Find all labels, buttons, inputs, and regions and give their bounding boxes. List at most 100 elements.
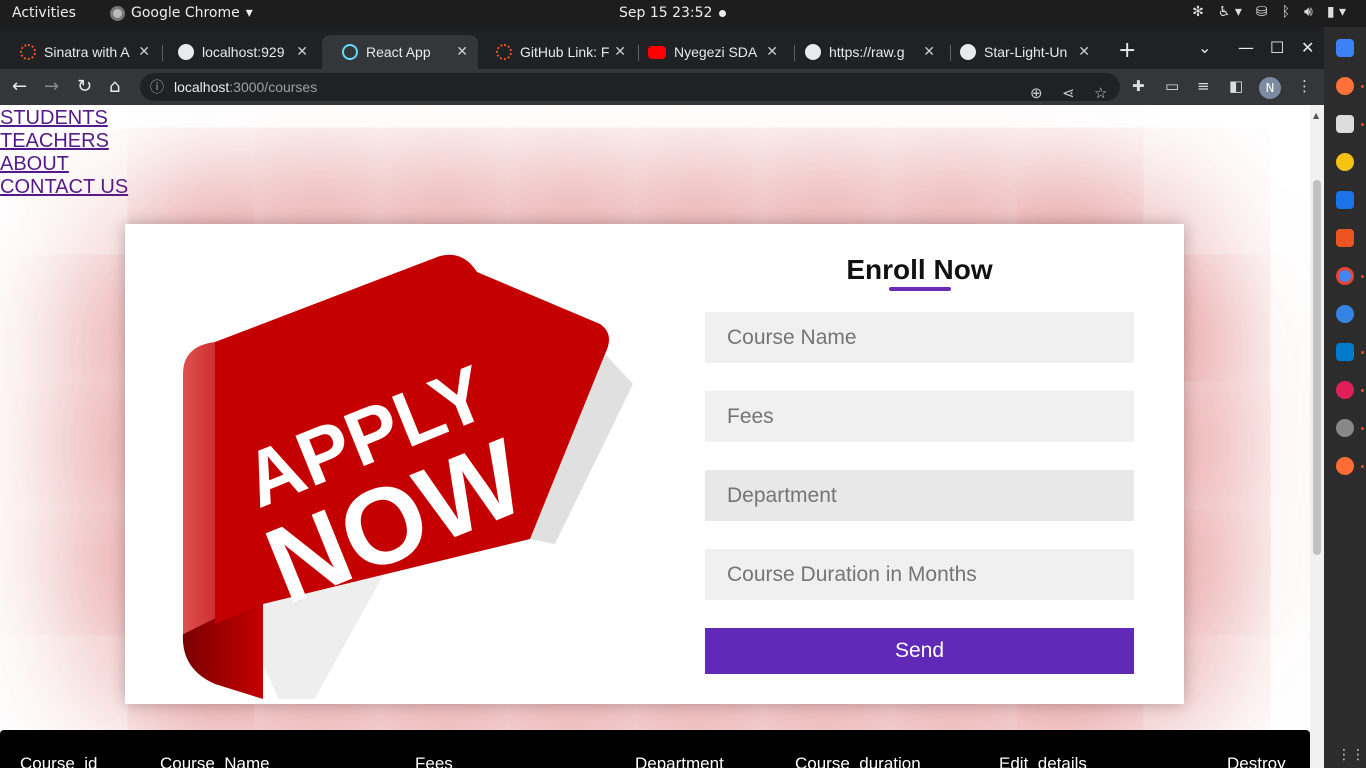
form-title: Enroll Now — [846, 254, 993, 285]
page-scrollbar[interactable]: ▲ — [1310, 105, 1324, 768]
scroll-up-icon[interactable]: ▲ — [1313, 111, 1319, 120]
tab-react-app[interactable]: React App ✕ — [322, 35, 478, 69]
system-tray[interactable]: ✻ ♿︎ ▾ ⛁ ᛒ 🔊︎ ▮ ▾ — [1192, 4, 1346, 20]
enroll-form: Enroll Now Course Name Fees Department C… — [705, 254, 1134, 674]
tab-nyegezi-sda[interactable]: Nyegezi SDA ✕ — [628, 35, 788, 69]
chevron-down-icon: ▾ — [245, 5, 253, 21]
system-top-bar: Activities Google Chrome ▾ Sep 15 23:52 … — [0, 0, 1366, 27]
globe-icon — [178, 44, 194, 60]
department-input[interactable]: Department — [705, 470, 1134, 521]
tab-title: Nyegezi SDA — [674, 44, 758, 60]
send-button[interactable]: Send — [705, 628, 1134, 674]
menu-kebab-icon[interactable]: ⋮ — [1297, 77, 1312, 95]
nav-link-about[interactable]: ABOUT — [0, 153, 128, 176]
close-tab-icon[interactable]: ✕ — [766, 43, 778, 60]
files-icon[interactable] — [1336, 115, 1354, 133]
profile-avatar[interactable]: N — [1259, 77, 1281, 99]
nav-link-teachers[interactable]: TEACHERS — [0, 130, 128, 153]
media-control-icon[interactable]: ≡ — [1197, 77, 1210, 95]
tab-sinatra[interactable]: Sinatra with A ✕ — [0, 35, 160, 69]
battery-icon[interactable]: ▮ ▾ — [1327, 4, 1346, 20]
app-menu[interactable]: Google Chrome ▾ — [110, 5, 253, 21]
maximize-icon[interactable]: ☐ — [1270, 38, 1284, 57]
clock[interactable]: Sep 15 23:52 — [619, 5, 712, 21]
bluetooth-icon[interactable]: ᛒ — [1282, 4, 1290, 20]
tab-search-icon[interactable]: ⌄ — [1198, 38, 1211, 57]
address-bar[interactable]: ⓘ localhost:3000/courses ⊕ ⋖ ☆ — [140, 73, 1120, 102]
side-panel-icon[interactable]: ◧ — [1229, 77, 1243, 95]
vscode-icon[interactable] — [1336, 343, 1354, 361]
column-header: Destroy — [1227, 754, 1286, 768]
reload-icon[interactable]: ↻ — [77, 76, 92, 97]
courses-table-header: Course_id Course_Name Fees Department Co… — [0, 730, 1310, 768]
tab-raw-github[interactable]: https://raw.g ✕ — [785, 35, 945, 69]
firefox-icon[interactable] — [1336, 77, 1354, 95]
tab-github-link[interactable]: GitHub Link: F ✕ — [476, 35, 636, 69]
tab-title: https://raw.g — [829, 44, 905, 60]
close-tab-icon[interactable]: ✕ — [138, 43, 150, 60]
ubuntu-favicon-icon — [496, 44, 512, 60]
close-tab-icon[interactable]: ✕ — [1078, 43, 1090, 60]
tab-star-light[interactable]: Star-Light-Un ✕ — [940, 35, 1100, 69]
column-header: Edit_details — [999, 754, 1087, 768]
url-host: localhost — [174, 79, 230, 95]
zoom-icon[interactable]: ⊕ — [1030, 80, 1043, 108]
close-tab-icon[interactable]: ✕ — [456, 43, 468, 60]
title-underline — [888, 287, 951, 291]
scrollbar-thumb[interactable] — [1313, 180, 1321, 555]
course-name-input[interactable]: Course Name — [705, 312, 1134, 363]
volume-icon[interactable]: 🔊︎ — [1304, 4, 1313, 20]
extensions-icon[interactable]: ✚ — [1132, 77, 1145, 95]
enroll-card: APPLY NOW Enroll Now Course Name Fees De… — [125, 224, 1184, 704]
course-duration-input[interactable]: Course Duration in Months — [705, 549, 1134, 600]
home-icon[interactable]: ⌂ — [109, 76, 120, 97]
postman-icon[interactable] — [1336, 457, 1354, 475]
ubuntu-dock: ⋮⋮⋮ — [1324, 27, 1366, 768]
apply-now-banner: APPLY NOW — [182, 254, 633, 699]
help-icon[interactable] — [1336, 305, 1354, 323]
browser-toolbar: ← → ↻ ⌂ ⓘ localhost:3000/courses ⊕ ⋖ ☆ ✚… — [0, 69, 1324, 105]
close-tab-icon[interactable]: ✕ — [923, 43, 935, 60]
chrome-dock-icon[interactable] — [1336, 267, 1354, 285]
show-applications-icon[interactable]: ⋮⋮⋮ — [1337, 747, 1366, 763]
cast-icon[interactable]: ▭ — [1165, 77, 1179, 95]
youtube-icon — [648, 45, 666, 59]
fees-input[interactable]: Fees — [705, 391, 1134, 442]
back-icon[interactable]: ← — [12, 76, 27, 97]
globe-icon — [805, 44, 821, 60]
share-icon[interactable]: ⋖ — [1062, 80, 1075, 108]
page-viewport: STUDENTS TEACHERS ABOUT CONTACT US APPLY… — [0, 105, 1310, 768]
activities-button[interactable]: Activities — [12, 5, 76, 21]
tab-title: GitHub Link: F — [520, 44, 610, 60]
bookmark-star-icon[interactable]: ☆ — [1094, 80, 1107, 108]
nav-link-contact[interactable]: CONTACT US — [0, 176, 128, 199]
dock-app-icon[interactable] — [1336, 39, 1354, 57]
nav-link-students[interactable]: STUDENTS — [0, 107, 128, 130]
tab-title: React App — [366, 44, 431, 60]
close-tab-icon[interactable]: ✕ — [614, 43, 626, 60]
forward-icon[interactable]: → — [44, 76, 59, 97]
writer-icon[interactable] — [1336, 191, 1354, 209]
minimize-icon[interactable]: — — [1238, 38, 1254, 57]
url-path: :3000/courses — [229, 79, 318, 95]
software-icon[interactable] — [1336, 229, 1354, 247]
react-icon — [342, 44, 358, 60]
tab-title: Sinatra with A — [44, 44, 130, 60]
close-window-icon[interactable]: ✕ — [1301, 38, 1314, 57]
rhythmbox-icon[interactable] — [1336, 153, 1354, 171]
column-header: Department — [635, 754, 724, 768]
slack-tray-icon[interactable]: ✻ — [1192, 4, 1204, 20]
tab-localhost-929[interactable]: localhost:929 ✕ — [158, 35, 318, 69]
new-tab-button[interactable]: + — [1118, 38, 1136, 63]
ubuntu-favicon-icon — [20, 44, 36, 60]
site-info-icon[interactable]: ⓘ — [150, 73, 164, 101]
main-nav: STUDENTS TEACHERS ABOUT CONTACT US — [0, 107, 128, 199]
column-header: Course_id — [20, 754, 98, 768]
github-icon — [960, 44, 976, 60]
slack-icon[interactable] — [1336, 381, 1354, 399]
close-tab-icon[interactable]: ✕ — [296, 43, 308, 60]
accessibility-icon[interactable]: ♿︎ ▾ — [1218, 4, 1242, 20]
tab-title: Star-Light-Un — [984, 44, 1068, 60]
network-icon[interactable]: ⛁ — [1256, 4, 1268, 20]
settings-icon[interactable] — [1336, 419, 1354, 437]
